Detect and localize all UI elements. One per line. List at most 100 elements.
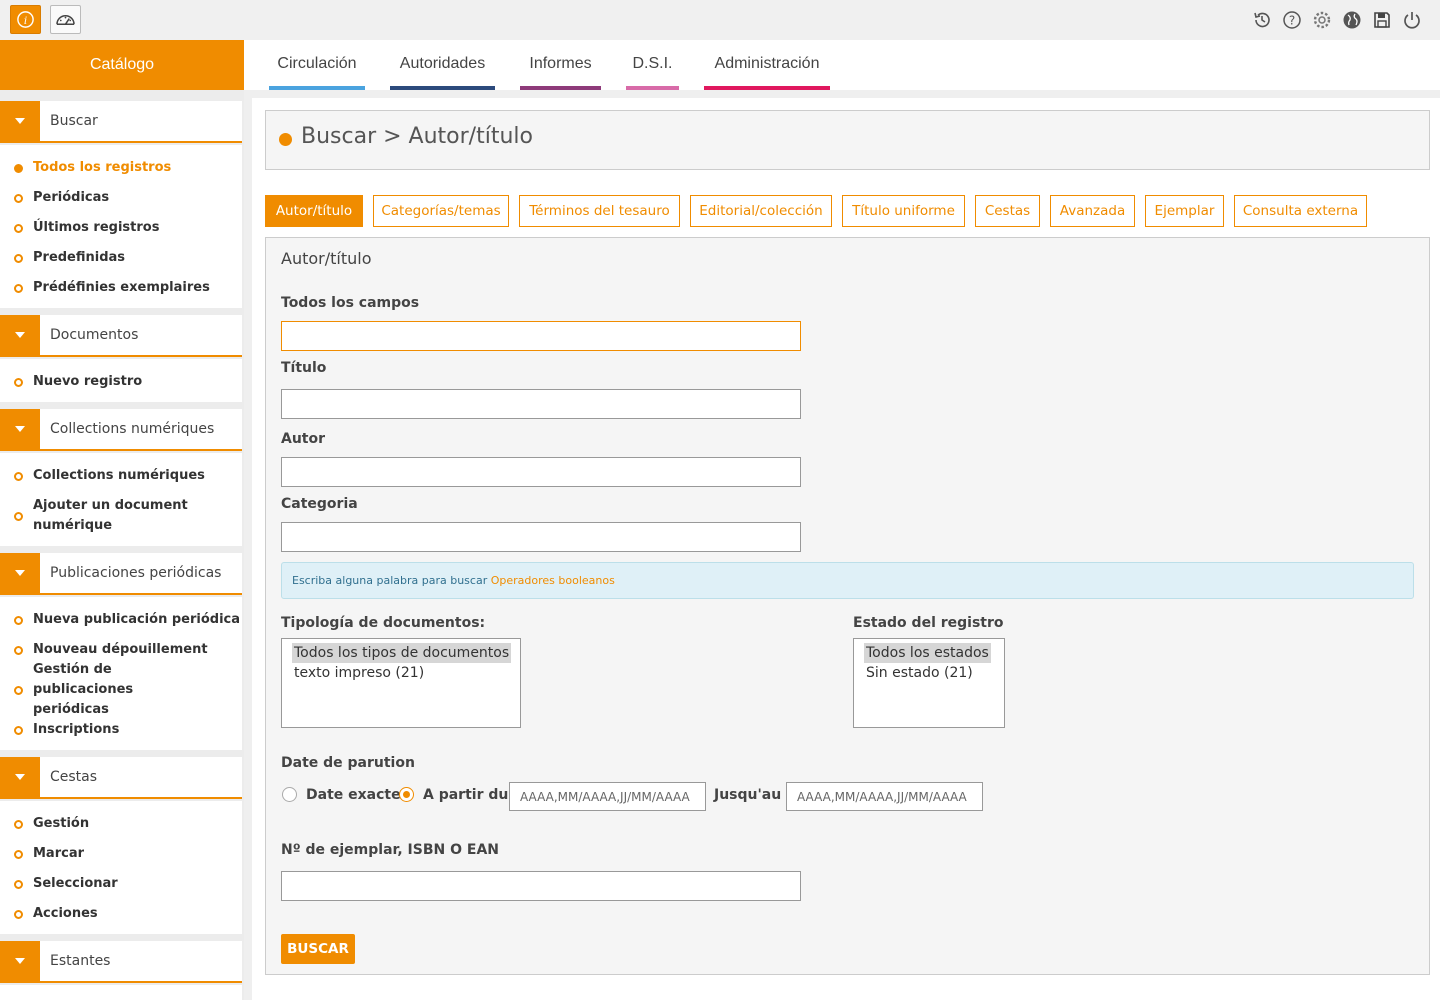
author-input[interactable] — [281, 457, 801, 487]
catalog-header[interactable]: Catálogo — [0, 40, 244, 90]
tab-circulacion[interactable]: Circulación — [269, 40, 365, 90]
power-icon[interactable] — [1401, 9, 1422, 30]
date-exact-radio[interactable] — [282, 787, 297, 802]
date-from-input[interactable]: AAAA,MM/AAAA,JJ/MM/AAAA — [509, 782, 706, 811]
section-label: Documentos — [50, 327, 139, 343]
globe-icon[interactable] — [1341, 9, 1362, 30]
all-fields-input[interactable] — [281, 321, 801, 351]
sidebar-item-collections-numeriques[interactable]: Collections numériques — [0, 466, 242, 486]
status-option[interactable]: Sin estado (21) — [864, 663, 975, 683]
sidebar-item-nuevo-registro[interactable]: Nuevo registro — [0, 372, 242, 392]
bullet-icon — [14, 849, 23, 859]
sidebar-section-estantes[interactable]: Estantes — [0, 941, 242, 983]
collapse-toggle[interactable] — [0, 101, 40, 141]
sidebar-list-cestas: Gestión Marcar Seleccionar Acciones — [0, 801, 242, 934]
bullet-icon — [14, 909, 23, 919]
date-exact-label: Date exacte — [306, 787, 401, 803]
title-input[interactable] — [281, 389, 801, 419]
sidebar-list-documentos: Nuevo registro — [0, 359, 242, 402]
sidebar-item-nueva-publicacion[interactable]: Nueva publicación periódica — [0, 610, 242, 630]
sidebar-section-buscar[interactable]: Buscar — [0, 101, 242, 143]
sidebar-item-ultimos-registros[interactable]: Últimos registros — [0, 218, 242, 238]
search-tab-ejemplar[interactable]: Ejemplar — [1145, 195, 1224, 227]
tab-dsi[interactable]: D.S.I. — [626, 40, 679, 90]
dashboard-button[interactable] — [50, 5, 81, 34]
sidebar-item-predefinies-exemplaires[interactable]: Prédéfinies exemplaires — [0, 278, 242, 298]
caret-down-icon — [15, 570, 25, 576]
status-select[interactable]: Todos los estados Sin estado (21) — [853, 638, 1005, 728]
collapse-toggle[interactable] — [0, 553, 40, 593]
save-icon[interactable] — [1371, 9, 1392, 30]
tab-label: Título uniforme — [852, 203, 955, 219]
tab-label: Términos del tesauro — [529, 203, 670, 219]
bullet-icon — [14, 283, 23, 293]
date-until-label: Jusqu'au — [714, 787, 782, 803]
search-tab-cestas[interactable]: Cestas — [975, 195, 1040, 227]
item-label: Nuevo registro — [33, 374, 143, 389]
bullet-icon — [14, 685, 23, 695]
search-button[interactable]: BUSCAR — [281, 934, 355, 964]
search-tab-titulo-uniforme[interactable]: Título uniforme — [842, 195, 965, 227]
date-from-radio[interactable] — [399, 787, 414, 802]
help-icon[interactable]: ? — [1281, 9, 1302, 30]
search-tab-avanzada[interactable]: Avanzada — [1050, 195, 1135, 227]
sidebar-item-nouveau-depouillement[interactable]: Nouveau dépouillement — [0, 640, 242, 660]
tab-label: Consulta externa — [1242, 203, 1359, 219]
search-tab-consulta-externa[interactable]: Consulta externa — [1234, 195, 1367, 227]
page-title: Buscar > Autor/título — [301, 124, 533, 149]
search-tab-tesauro[interactable]: Términos del tesauro — [519, 195, 680, 227]
section-label: Buscar — [50, 113, 98, 129]
sidebar-item-gestion[interactable]: Gestión — [0, 814, 242, 834]
search-tab-autor-titulo[interactable]: Autor/título — [265, 195, 363, 227]
info-banner: Escriba alguna palabra para buscar Opera… — [281, 562, 1414, 599]
tab-informes[interactable]: Informes — [520, 40, 601, 90]
settings-icon[interactable] — [1311, 9, 1332, 30]
bullet-icon — [279, 133, 292, 146]
sidebar-section-cestas[interactable]: Cestas — [0, 757, 242, 799]
doc-type-select[interactable]: Todos los tipos de documentos texto impr… — [281, 638, 521, 728]
search-tab-categorias[interactable]: Categorías/temas — [373, 195, 509, 227]
section-label: Publicaciones periódicas — [50, 565, 222, 581]
sidebar-item-ajouter-document[interactable]: Ajouter un document numérique — [0, 496, 242, 536]
sidebar-item-acciones[interactable]: Acciones — [0, 904, 242, 924]
sidebar-item-seleccionar[interactable]: Seleccionar — [0, 874, 242, 894]
sidebar-section-documentos[interactable]: Documentos — [0, 315, 242, 357]
sidebar-section-publicaciones[interactable]: Publicaciones periódicas — [0, 553, 242, 595]
sidebar-item-inscriptions[interactable]: Inscriptions — [0, 720, 242, 740]
breadcrumb: Buscar > Autor/título — [265, 110, 1430, 170]
collapse-toggle[interactable] — [0, 941, 40, 981]
bullet-icon — [14, 879, 23, 889]
tab-administracion[interactable]: Administración — [704, 40, 830, 90]
date-until-input[interactable]: AAAA,MM/AAAA,JJ/MM/AAAA — [786, 782, 983, 811]
bullet-icon — [14, 163, 23, 173]
search-tab-editorial[interactable]: Editorial/colección — [690, 195, 832, 227]
tab-label: Categorías/temas — [381, 203, 501, 219]
sidebar-item-todos-registros[interactable]: Todos los registros — [0, 158, 242, 178]
tab-label: Avanzada — [1059, 203, 1126, 219]
sidebar-item-gestion-publicaciones[interactable]: Gestión de publicaciones periódicas — [0, 662, 242, 717]
history-icon[interactable] — [1251, 9, 1272, 30]
item-label: Gestión de publicaciones periódicas — [33, 662, 134, 717]
doc-type-option[interactable]: Todos los tipos de documentos — [292, 643, 512, 663]
tab-autoridades[interactable]: Autoridades — [390, 40, 495, 90]
info-button[interactable]: i — [10, 5, 41, 34]
item-label: Ajouter un document numérique — [33, 498, 188, 533]
collapse-toggle[interactable] — [0, 315, 40, 355]
sidebar-item-predefinidas[interactable]: Predefinidas — [0, 248, 242, 268]
status-option[interactable]: Todos los estados — [864, 643, 991, 663]
sidebar-item-marcar[interactable]: Marcar — [0, 844, 242, 864]
item-label: Predefinidas — [33, 250, 126, 265]
bullet-icon — [14, 725, 23, 735]
category-input[interactable] — [281, 522, 801, 552]
all-fields-label: Todos los campos — [281, 295, 420, 311]
collapse-toggle[interactable] — [0, 409, 40, 449]
doc-type-option[interactable]: texto impreso (21) — [292, 663, 426, 683]
isbn-input[interactable] — [281, 871, 801, 901]
caret-down-icon — [15, 958, 25, 964]
sidebar-list-estantes — [0, 985, 242, 1000]
sidebar-section-collections[interactable]: Collections numériques — [0, 409, 242, 451]
sidebar-item-periodicas[interactable]: Periódicas — [0, 188, 242, 208]
collapse-toggle[interactable] — [0, 757, 40, 797]
boolean-operators-link[interactable]: Operadores booleanos — [491, 574, 615, 587]
svg-text:i: i — [24, 15, 27, 27]
